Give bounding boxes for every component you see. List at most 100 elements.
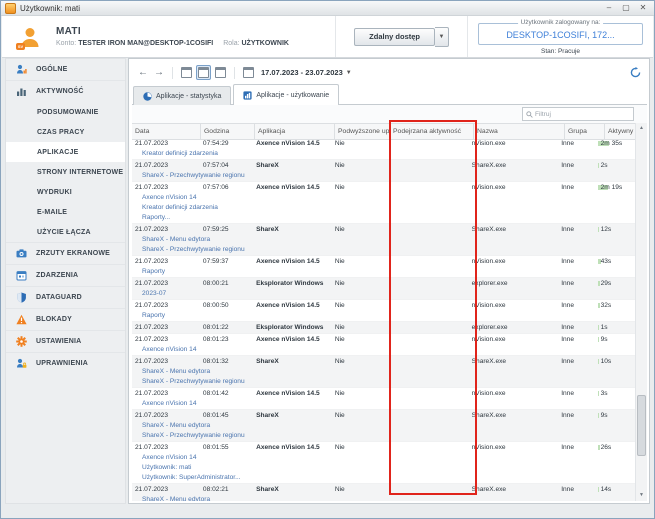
sidebar-item-czas-pracy[interactable]: CZAS PRACY	[6, 122, 125, 142]
cell-suspicious: -	[386, 324, 469, 331]
cell-active: 43s	[598, 258, 636, 265]
role-label: Rola:	[223, 40, 239, 47]
column-header-grupa[interactable]: Grupa	[565, 124, 605, 139]
date-range[interactable]: 17.07.2023 - 23.07.2023	[261, 68, 343, 77]
cell-active: 2s	[598, 162, 636, 169]
tab-strip: Aplikacje - statystyka Aplikacje - użytko…	[132, 84, 647, 105]
refresh-icon[interactable]	[630, 67, 641, 78]
sidebar-item-label: AKTYWNOŚĆ	[36, 88, 84, 95]
filter-input[interactable]	[533, 110, 630, 119]
table-row[interactable]: 21.07.202307:59:25ShareXNie-ShareX.exeIn…	[132, 224, 636, 256]
cell-app: ShareX	[253, 226, 332, 233]
table-row[interactable]: 21.07.202308:01:42Axence nVision 14.5Nie…	[132, 388, 636, 410]
column-header-data[interactable]: Data	[132, 124, 201, 139]
cell-active: 26s	[598, 444, 636, 451]
column-header-podejrzana-aktywność[interactable]: Podejrzana aktywność	[390, 124, 474, 139]
scroll-thumb[interactable]	[637, 395, 646, 455]
sidebar-item-label: ZDARZENIA	[36, 272, 78, 279]
sidebar-item-ogólne[interactable]: OGÓLNE	[6, 59, 125, 80]
table-row[interactable]: 21.07.202308:01:22Eksplorator WindowsNie…	[132, 322, 636, 334]
window-title-subline: ShareX - Przechwytywanie regionu	[132, 171, 636, 181]
cell-name: nVision.exe	[469, 444, 559, 451]
column-header-nazwa[interactable]: Nazwa	[474, 124, 565, 139]
sidebar-item-zdarzenia[interactable]: ZDARZENIA	[6, 264, 125, 286]
date-range-caret-icon[interactable]: ▼	[346, 70, 352, 76]
table-row[interactable]: 21.07.202308:01:55Axence nVision 14.5Nie…	[132, 442, 636, 484]
grid-scrollbar[interactable]: ▲ ▼	[635, 123, 647, 501]
cell-suspicious: -	[386, 184, 469, 191]
sidebar-item-blokady[interactable]: BLOKADY	[6, 308, 125, 330]
table-row[interactable]: 21.07.202308:01:23Axence nVision 14.5Nie…	[132, 334, 636, 356]
column-header-godzina[interactable]: Godzina	[201, 124, 255, 139]
sidebar-item-aktywność[interactable]: AKTYWNOŚĆ	[6, 80, 125, 102]
table-row[interactable]: 21.07.202308:00:21Eksplorator WindowsNie…	[132, 278, 636, 300]
table-row[interactable]: 21.07.202308:02:21ShareXNie-ShareX.exeIn…	[132, 484, 636, 501]
sidebar-item-ustawienia[interactable]: USTAWIENIA	[6, 330, 125, 352]
user-chart-icon	[16, 64, 27, 75]
table-row[interactable]: 21.07.202307:57:06Axence nVision 14.5Nie…	[132, 182, 636, 224]
sidebar-item-strony-internetowe[interactable]: STRONY INTERNETOWE	[6, 162, 125, 182]
sidebar-item-dataguard[interactable]: DATAGUARD	[6, 286, 125, 308]
cell-app: Axence nVision 14.5	[253, 390, 332, 397]
bar-chart-icon	[16, 86, 27, 97]
window-title-subline: Raporty	[132, 267, 636, 277]
forward-arrow-icon[interactable]: →	[154, 66, 164, 80]
sidebar-item-label: STRONY INTERNETOWE	[37, 169, 123, 176]
remote-access-button[interactable]: Zdalny dostęp	[354, 28, 435, 46]
sidebar-item-uprawnienia[interactable]: UPRAWNIENIA	[6, 352, 125, 374]
sidebar-item-aplikacje[interactable]: APLIKACJE	[6, 142, 125, 162]
cell-name: nVision.exe	[469, 140, 559, 147]
cell-group: Inne	[558, 302, 597, 309]
sidebar-item-podsumowanie[interactable]: PODSUMOWANIE	[6, 102, 125, 122]
tab-aplikacje-statystyka[interactable]: Aplikacje - statystyka	[133, 86, 231, 105]
minimize-button[interactable]: –	[602, 3, 616, 14]
column-header-aplikacja[interactable]: Aplikacja	[255, 124, 335, 139]
table-row[interactable]: 21.07.202307:57:04ShareXNie-ShareX.exeIn…	[132, 160, 636, 182]
logged-on-host-link[interactable]: DESKTOP-1COSIFI, 172...	[483, 30, 638, 40]
cell-app: Axence nVision 14.5	[253, 302, 332, 309]
cell-group: Inne	[558, 358, 597, 365]
cell-app: Axence nVision 14.5	[253, 444, 332, 451]
cell-name: nVision.exe	[469, 336, 559, 343]
app-icon	[5, 3, 16, 14]
cell-active: 2m 35s	[598, 140, 636, 147]
cell-group: Inne	[558, 226, 597, 233]
activity-bar	[598, 281, 600, 286]
calendar-day-button[interactable]	[179, 65, 194, 80]
cell-app: Eksplorator Windows	[253, 280, 332, 287]
window-title-subline: ShareX - Menu edytora	[132, 235, 636, 245]
cell-date: 21.07.2023	[132, 140, 200, 147]
tab-aplikacje-użytkowanie[interactable]: Aplikacje - użytkowanie	[233, 84, 339, 105]
table-row[interactable]: 21.07.202307:54:29Axence nVision 14.5Nie…	[132, 138, 636, 160]
cell-app: Axence nVision 14.5	[253, 140, 332, 147]
cell-group: Inne	[558, 444, 597, 451]
sidebar-item-zrzuty-ekranowe[interactable]: ZRZUTY EKRANOWE	[6, 242, 125, 264]
filter-field[interactable]	[522, 107, 634, 121]
back-arrow-icon[interactable]: ←	[138, 66, 148, 80]
table-row[interactable]: 21.07.202308:00:50Axence nVision 14.5Nie…	[132, 300, 636, 322]
calendar-week-button[interactable]	[196, 65, 211, 80]
date-range-calendar-icon[interactable]	[241, 65, 256, 80]
table-row[interactable]: 21.07.202307:59:37Axence nVision 14.5Nie…	[132, 256, 636, 278]
table-row[interactable]: 21.07.202308:01:45ShareXNie-ShareX.exeIn…	[132, 410, 636, 442]
scroll-down-icon[interactable]: ▼	[636, 490, 647, 501]
column-header-podwyższone-uprawnienia[interactable]: Podwyższone uprawnienia	[335, 124, 390, 139]
table-row[interactable]: 21.07.202308:01:32ShareXNie-ShareX.exeIn…	[132, 356, 636, 388]
cell-time: 08:01:32	[200, 358, 253, 365]
cell-date: 21.07.2023	[132, 444, 200, 451]
scroll-up-icon[interactable]: ▲	[636, 123, 647, 134]
gear-icon	[16, 336, 27, 347]
tab-label: Aplikacje - statystyka	[156, 93, 221, 100]
sidebar-item-e-maile[interactable]: E-MAILE	[6, 202, 125, 222]
cell-date: 21.07.2023	[132, 184, 200, 191]
cell-name: nVision.exe	[469, 184, 559, 191]
close-button[interactable]: ✕	[636, 3, 650, 14]
sidebar-item-użycie-łącza[interactable]: UŻYCIE ŁĄCZA	[6, 222, 125, 242]
calendar-month-button[interactable]	[213, 65, 228, 80]
cell-active: 12s	[598, 226, 636, 233]
maximize-button[interactable]: ▢	[619, 3, 633, 14]
remote-access-dropdown[interactable]: ▼	[435, 27, 449, 47]
user-header: SV MATI Konto: TESTER IRON MAN@DESKTOP-1…	[2, 16, 653, 58]
sidebar-item-wydruki[interactable]: WYDRUKI	[6, 182, 125, 202]
window-title-subline: Axence nVision 14	[132, 193, 636, 203]
